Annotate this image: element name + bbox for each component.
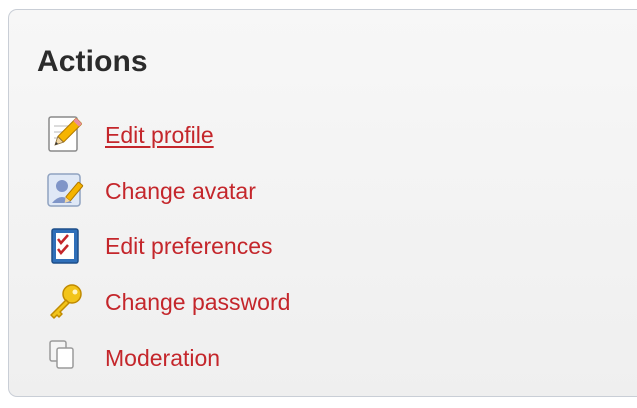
panel-title: Actions	[37, 45, 148, 78]
list-item-change-avatar[interactable]: Change avatar	[45, 171, 256, 211]
actions-panel: Actions Edit profile Change avatar Edit …	[8, 9, 637, 397]
change-password-link[interactable]: Change password	[105, 289, 290, 316]
key-icon	[45, 282, 85, 322]
list-item-moderation[interactable]: Moderation	[45, 338, 220, 378]
pencil-icon	[45, 115, 85, 155]
list-item-edit-profile[interactable]: Edit profile	[45, 115, 214, 155]
edit-profile-link[interactable]: Edit profile	[105, 122, 214, 149]
documents-icon	[45, 338, 85, 378]
list-item-change-password[interactable]: Change password	[45, 282, 290, 322]
edit-preferences-link[interactable]: Edit preferences	[105, 233, 272, 260]
avatar-icon	[45, 171, 85, 211]
checklist-icon	[45, 226, 85, 266]
change-avatar-link[interactable]: Change avatar	[105, 178, 256, 205]
list-item-edit-preferences[interactable]: Edit preferences	[45, 226, 272, 266]
moderation-link[interactable]: Moderation	[105, 345, 220, 372]
